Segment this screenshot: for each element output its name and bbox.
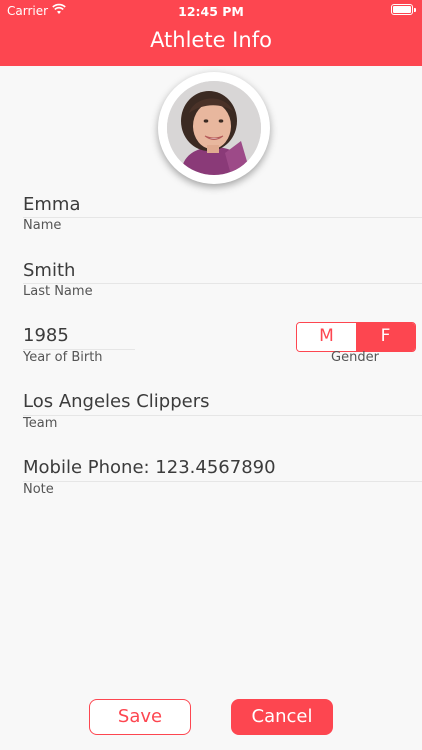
team-field[interactable]: Los Angeles Clippers Team (23, 391, 422, 433)
navigation-bar: Carrier 12:45 PM Athlete Info (0, 0, 422, 66)
note-underline (23, 481, 422, 482)
note-input[interactable]: Mobile Phone: 123.4567890 (23, 457, 422, 478)
page-title: Athlete Info (150, 28, 272, 52)
gender-option-f[interactable]: F (356, 323, 415, 351)
avatar-photo (167, 81, 261, 175)
gender-segmented-control[interactable]: M F (296, 322, 416, 352)
year-of-birth-input[interactable]: 1985 (23, 325, 135, 346)
first-name-underline (23, 217, 422, 218)
last-name-label: Last Name (23, 284, 93, 299)
note-field[interactable]: Mobile Phone: 123.4567890 Note (23, 457, 422, 499)
cancel-button[interactable]: Cancel (231, 699, 333, 735)
last-name-input[interactable]: Smith (23, 260, 422, 281)
avatar[interactable] (158, 72, 270, 184)
save-button[interactable]: Save (89, 699, 191, 735)
year-of-birth-field[interactable]: 1985 Year of Birth (23, 325, 135, 367)
note-label: Note (23, 482, 54, 497)
team-underline (23, 415, 422, 416)
battery-icon (391, 4, 416, 15)
first-name-input[interactable]: Emma (23, 194, 422, 215)
team-label: Team (23, 416, 58, 431)
status-time: 12:45 PM (178, 4, 244, 19)
gender-option-m[interactable]: M (297, 323, 356, 351)
last-name-field[interactable]: Smith Last Name (23, 260, 422, 302)
first-name-label: Name (23, 218, 62, 233)
year-of-birth-label: Year of Birth (23, 350, 103, 365)
team-input[interactable]: Los Angeles Clippers (23, 391, 422, 412)
first-name-field[interactable]: Emma Name (23, 194, 422, 236)
status-bar: Carrier 12:45 PM (0, 0, 422, 22)
gender-label: Gender (331, 350, 379, 365)
